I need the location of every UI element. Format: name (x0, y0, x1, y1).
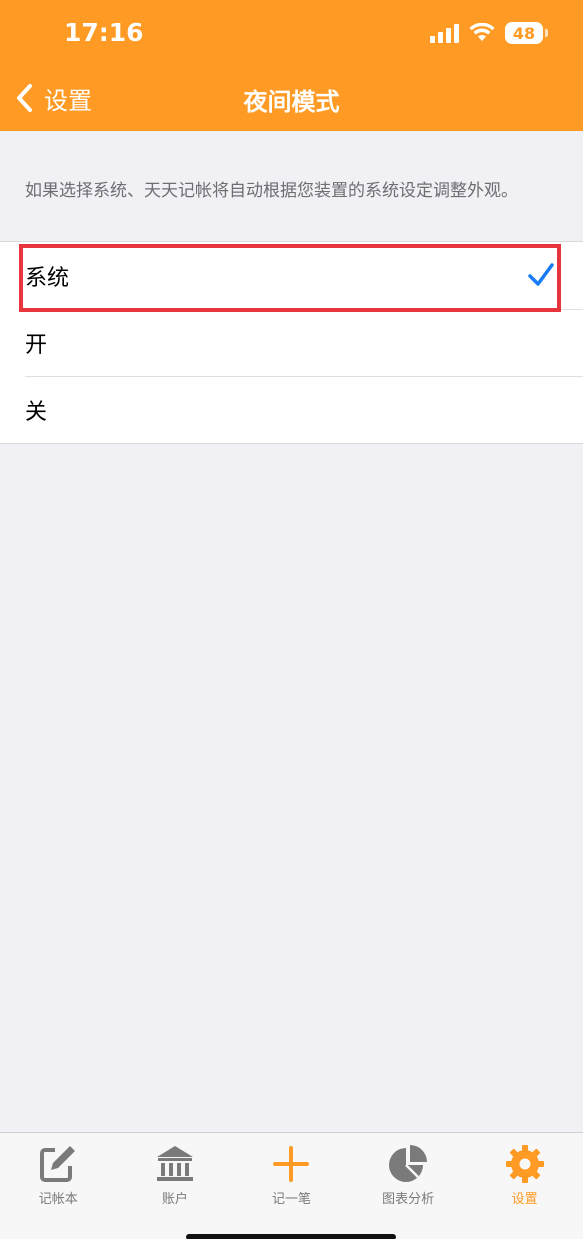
tab-label: 记一笔 (271, 1192, 311, 1207)
option-on[interactable]: 开 (0, 309, 583, 376)
status-icons: 48 (430, 22, 548, 44)
bank-icon (156, 1146, 193, 1181)
nav-header: 17:16 48 设置 夜间模式 (0, 0, 583, 131)
mode-options-list: 系统 开 关 (0, 241, 583, 444)
cellular-signal-icon (430, 23, 459, 43)
option-system[interactable]: 系统 (0, 242, 583, 309)
option-label: 开 (25, 332, 48, 358)
tab-label: 账户 (161, 1192, 188, 1207)
wifi-icon (469, 23, 495, 41)
option-label: 关 (25, 399, 48, 425)
option-label: 系统 (25, 265, 70, 291)
battery-icon: 48 (505, 22, 548, 44)
tab-bar: 记帐本 账户 记一笔 图表分析 设置 (0, 1132, 583, 1239)
description-text: 如果选择系统、天天记帐将自动根据您装置的系统设定调整外观。 (25, 181, 518, 201)
home-indicator (186, 1234, 396, 1239)
tab-accounts[interactable]: 账户 (117, 1133, 234, 1239)
gear-icon (505, 1145, 544, 1183)
page-title: 夜间模式 (243, 88, 340, 116)
option-off[interactable]: 关 (0, 376, 583, 443)
edit-icon (40, 1146, 78, 1182)
tab-label: 图表分析 (382, 1192, 435, 1207)
checkmark-icon (528, 263, 554, 286)
tab-label: 记帐本 (38, 1192, 78, 1207)
status-time: 17:16 (64, 18, 144, 47)
pie-chart-icon (389, 1145, 428, 1182)
plus-icon (273, 1146, 310, 1182)
tab-charts[interactable]: 图表分析 (350, 1133, 467, 1239)
tab-ledger[interactable]: 记帐本 (0, 1133, 117, 1239)
tab-add-record[interactable]: 记一笔 (233, 1133, 350, 1239)
tab-label: 设置 (511, 1192, 538, 1207)
tab-settings[interactable]: 设置 (466, 1133, 583, 1239)
